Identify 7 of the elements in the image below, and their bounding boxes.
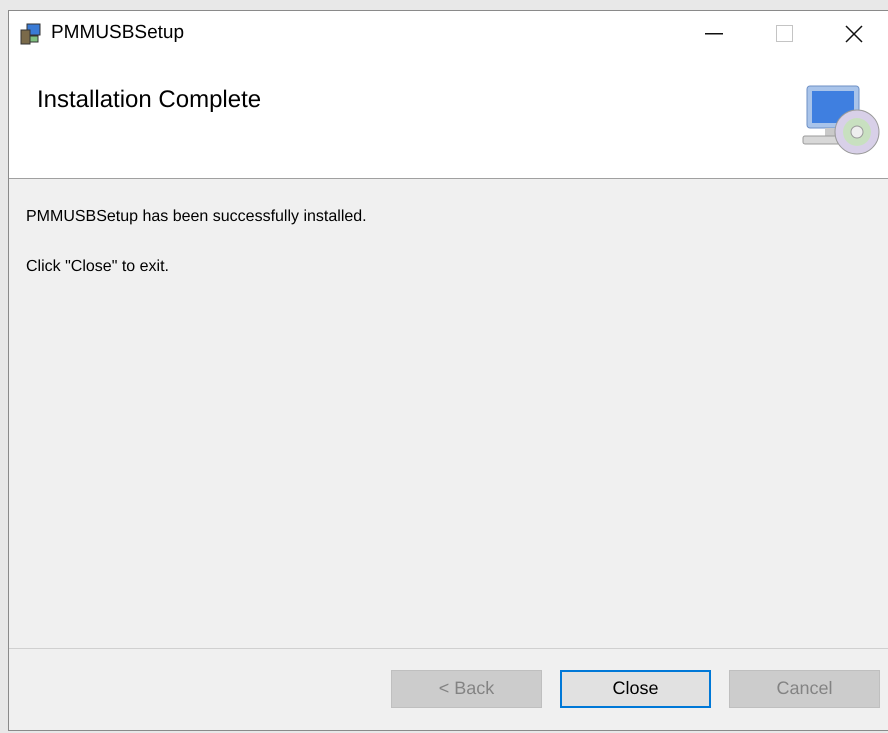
- window-title: PMMUSBSetup: [51, 21, 184, 46]
- installer-icon: [19, 22, 43, 46]
- dialog-button[interactable]: Close: [560, 670, 711, 708]
- message-text: Click "Close" to exit.: [26, 257, 170, 277]
- header-title: Installation Complete: [37, 85, 262, 115]
- minimize-icon[interactable]: [705, 32, 723, 34]
- message-text: PMMUSBSetup has been successfully installed.: [26, 207, 368, 227]
